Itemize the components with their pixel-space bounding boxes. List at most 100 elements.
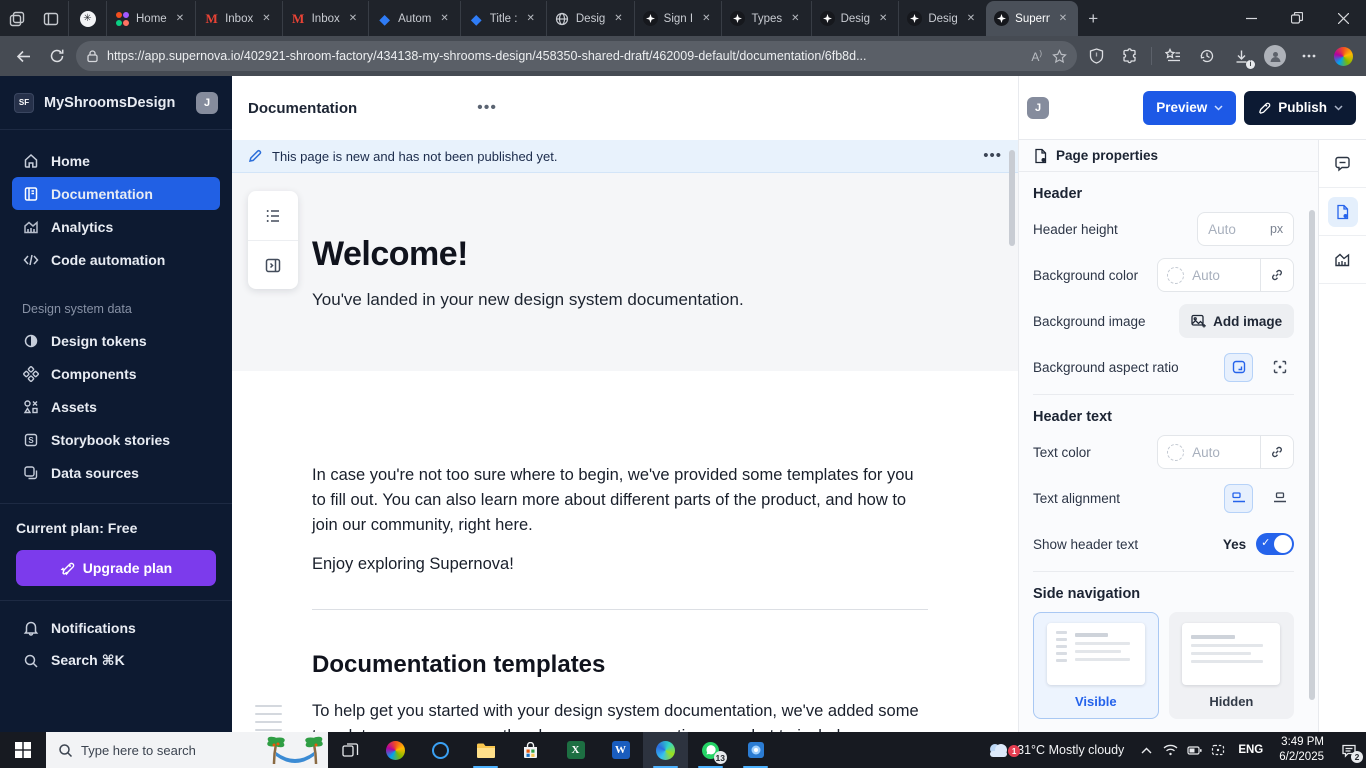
favorites-icon[interactable] [1158, 41, 1188, 71]
panel-scrollbar[interactable] [1309, 210, 1315, 700]
tab-close-icon[interactable]: ✕ [611, 12, 625, 25]
welcome-heading[interactable]: Welcome! [312, 235, 1018, 274]
upgrade-plan-button[interactable]: Upgrade plan [16, 550, 216, 586]
new-tab-button[interactable]: + [1078, 4, 1108, 34]
tab-design-globe[interactable]: Desig ✕ [546, 1, 634, 36]
sidebar-item-analytics[interactable]: Analytics [12, 210, 220, 243]
profile-avatar[interactable] [1260, 41, 1290, 71]
notification-center-icon[interactable]: 2 [1332, 732, 1366, 768]
sidebar-item-data-sources[interactable]: Data sources [12, 456, 220, 489]
downloads-icon[interactable]: i [1226, 41, 1256, 71]
align-center-button[interactable] [1265, 484, 1294, 513]
paragraph[interactable]: To help get you started with your design… [312, 699, 928, 732]
tab-supernova-active[interactable]: Supern ✕ [986, 1, 1078, 36]
show-header-toggle[interactable]: ✓ [1256, 533, 1294, 555]
link-token-icon[interactable] [1260, 436, 1293, 468]
sidebar-item-home[interactable]: Home [12, 144, 220, 177]
collaborator-avatar[interactable]: J [1027, 97, 1049, 119]
preview-button[interactable]: Preview [1143, 91, 1236, 125]
sidebar-item-notifications[interactable]: Notifications [12, 611, 220, 644]
sidebar-item-storybook[interactable]: S Storybook stories [12, 423, 220, 456]
tab-close-icon[interactable]: ✕ [173, 12, 187, 25]
paragraph[interactable]: Enjoy exploring Supernova! [312, 552, 928, 577]
task-view-icon[interactable] [328, 732, 373, 768]
workspace-name[interactable]: MyShroomsDesign [44, 95, 186, 111]
tab-close-icon[interactable]: ✕ [964, 12, 978, 25]
extensions-icon[interactable] [1115, 41, 1145, 71]
aspect-fit-button[interactable] [1224, 353, 1253, 382]
paragraph[interactable]: In case you're not too sure where to beg… [312, 463, 928, 538]
add-image-button[interactable]: Add image [1179, 304, 1294, 338]
tab-close-icon[interactable]: ✕ [523, 12, 537, 25]
background-color-input[interactable]: Auto [1158, 259, 1260, 291]
tab-autom[interactable]: ◆ Autom ✕ [368, 1, 460, 36]
sidebar-item-code-automation[interactable]: Code automation [12, 243, 220, 276]
search-highlight-image[interactable] [262, 732, 328, 768]
vertical-tabs-icon[interactable] [34, 2, 68, 36]
taskbar-search-box[interactable]: Type here to search [46, 732, 328, 768]
side-nav-visible-card[interactable]: Visible [1033, 612, 1159, 719]
user-avatar[interactable]: J [196, 92, 218, 114]
tab-close-icon[interactable]: ✕ [699, 12, 713, 25]
toggle-panel-icon[interactable] [248, 240, 298, 289]
history-icon[interactable] [1192, 41, 1222, 71]
window-restore-button[interactable] [1274, 0, 1320, 36]
link-token-icon[interactable] [1260, 259, 1293, 291]
comments-icon[interactable] [1319, 140, 1366, 188]
side-nav-hidden-card[interactable]: Hidden [1169, 612, 1295, 719]
read-aloud-icon[interactable]: A) [1031, 49, 1042, 64]
section-heading[interactable]: Documentation templates [312, 651, 932, 679]
file-explorer-icon[interactable] [463, 732, 508, 768]
refresh-icon[interactable] [42, 41, 72, 71]
align-left-button[interactable] [1224, 484, 1253, 513]
cortana-icon[interactable] [418, 732, 463, 768]
photos-icon[interactable] [733, 732, 778, 768]
weather-widget[interactable]: 1 31°C Mostly cloudy [976, 741, 1134, 759]
welcome-subtitle[interactable]: You've landed in your new design system … [312, 290, 1018, 310]
tab-design-1[interactable]: Desig ✕ [811, 1, 899, 36]
address-bar[interactable]: https://app.supernova.io/402921-shroom-f… [76, 41, 1077, 71]
tab-sign-in[interactable]: Sign I ✕ [634, 1, 722, 36]
whatsapp-icon[interactable]: 13 [688, 732, 733, 768]
start-button[interactable] [0, 732, 46, 768]
sidebar-item-documentation[interactable]: Documentation [12, 177, 220, 210]
tab-types[interactable]: Types ✕ [721, 1, 810, 36]
tab-close-icon[interactable]: ✕ [259, 12, 273, 25]
outline-icon[interactable] [248, 191, 298, 240]
banner-menu-icon[interactable]: ••• [983, 151, 1002, 161]
header-height-input[interactable]: Auto px [1197, 212, 1294, 246]
edge-taskbar-icon[interactable] [643, 732, 688, 768]
copilot-taskbar-icon[interactable] [373, 732, 418, 768]
sidebar-item-search[interactable]: Search ⌘K [12, 644, 220, 677]
document-canvas[interactable]: Welcome! You've landed in your new desig… [232, 173, 1018, 732]
word-icon[interactable]: W [598, 732, 643, 768]
page-properties-tab[interactable] [1319, 188, 1366, 236]
clock[interactable]: 3:49 PM 6/2/2025 [1271, 735, 1332, 765]
language-indicator[interactable]: ENG [1230, 744, 1271, 756]
tab-close-icon[interactable]: ✕ [437, 12, 451, 25]
tab-title[interactable]: ◆ Title : ✕ [460, 1, 546, 36]
tab-pinned-chatgpt[interactable]: ✳ [68, 1, 106, 36]
text-color-input[interactable]: Auto [1158, 436, 1260, 468]
back-icon[interactable] [8, 41, 38, 71]
workspace-logo[interactable]: SF [14, 93, 34, 113]
tab-close-icon[interactable]: ✕ [1056, 12, 1070, 25]
snip-tool-icon[interactable] [1206, 732, 1230, 768]
copilot-icon[interactable] [1328, 41, 1358, 71]
tab-inbox-1[interactable]: M Inbox ✕ [195, 1, 282, 36]
window-minimize-button[interactable] [1228, 0, 1274, 36]
page-menu-icon[interactable]: ••• [477, 103, 497, 113]
window-close-button[interactable] [1320, 0, 1366, 36]
tab-home[interactable]: Home ✕ [106, 1, 195, 36]
settings-more-icon[interactable] [1294, 41, 1324, 71]
microsoft-store-icon[interactable] [508, 732, 553, 768]
sidebar-item-assets[interactable]: Assets [12, 390, 220, 423]
main-scrollbar[interactable] [1009, 150, 1015, 246]
tab-close-icon[interactable]: ✕ [346, 12, 360, 25]
tab-close-icon[interactable]: ✕ [788, 12, 802, 25]
block-drag-handle[interactable] [255, 705, 282, 732]
tab-actions-menu-icon[interactable] [0, 2, 34, 36]
sidebar-item-components[interactable]: Components [12, 357, 220, 390]
wifi-icon[interactable] [1158, 732, 1182, 768]
tab-close-icon[interactable]: ✕ [876, 12, 890, 25]
